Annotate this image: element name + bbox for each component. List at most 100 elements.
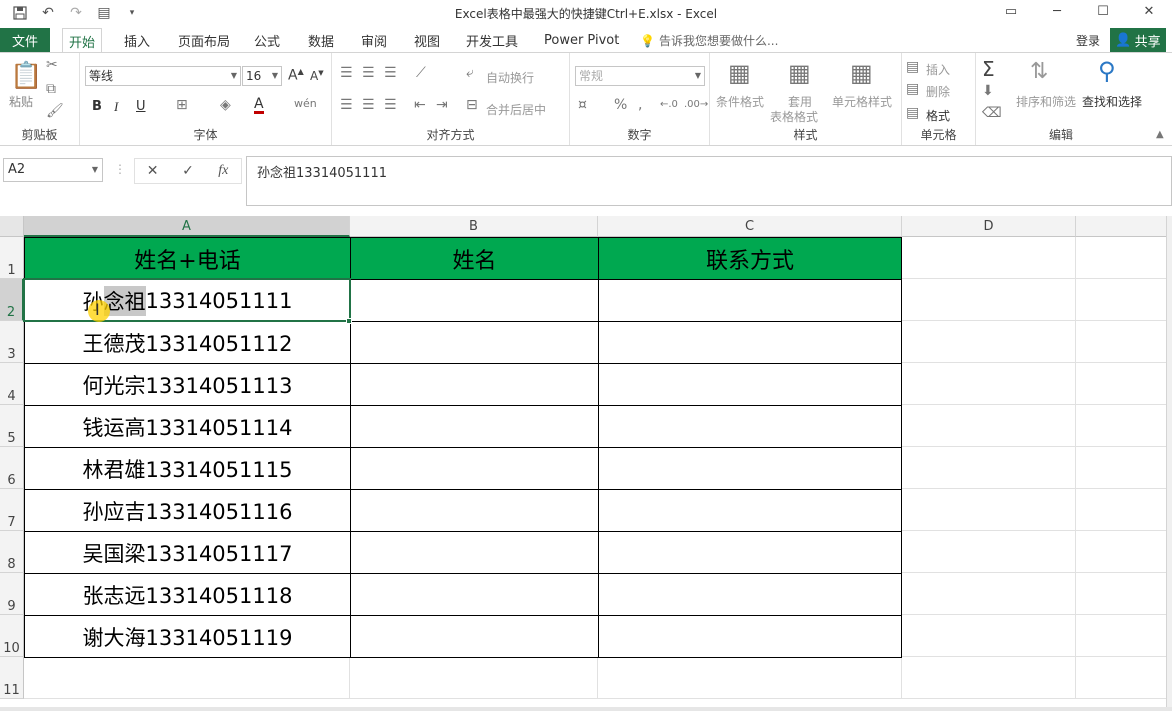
cell-b2[interactable] [350,279,599,322]
insert-function-icon[interactable]: fx [206,159,241,183]
copy-icon[interactable]: ⧉ [46,81,56,97]
cell-a1[interactable]: 姓名+电话 [24,237,351,280]
cell-b6[interactable] [350,447,599,490]
cell-c1[interactable]: 联系方式 [598,237,902,280]
cell-c6[interactable] [598,447,902,490]
currency-icon[interactable]: ¤ [578,97,587,113]
tab-insert[interactable]: 插入 [118,28,156,52]
tab-developer[interactable]: 开发工具 [460,28,524,52]
grid-cell[interactable] [598,657,902,699]
column-header-c[interactable]: C [598,216,902,237]
close-icon[interactable]: ✕ [1126,0,1172,22]
cell-b9[interactable] [350,573,599,616]
paste-label[interactable]: 粘贴 [9,93,33,110]
grid-cell[interactable] [1076,531,1172,573]
find-select-icon[interactable]: ⚲ [1098,57,1116,85]
decrease-font-icon[interactable]: A▼ [310,69,324,83]
sort-filter-label[interactable]: 排序和筛选 [1016,93,1076,110]
select-all-button[interactable] [0,216,24,237]
cell-c7[interactable] [598,489,902,532]
tell-me-box[interactable]: 💡 告诉我您想要做什么... [640,32,778,49]
column-header-e[interactable] [1076,216,1172,237]
grid-cell[interactable] [1076,321,1172,363]
decrease-decimal-icon[interactable]: .00→ [684,99,708,110]
grid-cell[interactable] [1076,573,1172,615]
fill-handle[interactable] [346,318,352,324]
font-name-combo[interactable]: 等线 ▼ [85,66,241,86]
cell-b7[interactable] [350,489,599,532]
tab-review[interactable]: 审阅 [355,28,393,52]
grid-cell[interactable] [1076,489,1172,531]
cell-b1[interactable]: 姓名 [350,237,599,280]
cell-c9[interactable] [598,573,902,616]
increase-decimal-icon[interactable]: ←.0 [660,99,678,110]
borders-icon[interactable]: ⊞ [176,97,188,113]
row-header-9[interactable]: 9 [0,573,24,615]
row-header-10[interactable]: 10 [0,615,24,657]
row-header-7[interactable]: 7 [0,489,24,531]
cell-a5[interactable]: 钱运高13314051114 [24,405,351,448]
paste-icon[interactable]: 📋 [10,61,42,91]
underline-button[interactable]: U [136,99,146,114]
cell-c10[interactable] [598,615,902,658]
cell-b8[interactable] [350,531,599,574]
grid-cell[interactable] [1076,657,1172,699]
tab-home[interactable]: 开始 [62,28,103,53]
grid-cell[interactable] [902,489,1076,531]
autosum-icon[interactable]: Σ [982,57,995,81]
cell-c4[interactable] [598,363,902,406]
grid-cell[interactable] [1076,615,1172,657]
increase-indent-icon[interactable]: ⇥ [436,97,448,113]
cancel-icon[interactable]: ✕ [135,159,170,183]
cell-c3[interactable] [598,321,902,364]
orientation-icon[interactable]: ⟋ [416,65,426,81]
cell-a7[interactable]: 孙应吉13314051116 [24,489,351,532]
grid-cell[interactable] [1076,405,1172,447]
tab-data[interactable]: 数据 [302,28,340,52]
cell-a8[interactable]: 吴国梁13314051117 [24,531,351,574]
grid-cell[interactable] [1076,237,1172,279]
row-header-6[interactable]: 6 [0,447,24,489]
cut-icon[interactable]: ✂ [46,57,58,73]
format-as-table-icon[interactable]: ▦ [788,59,811,87]
vertical-scrollbar[interactable] [1166,216,1172,711]
grid-cell[interactable] [1076,447,1172,489]
bold-button[interactable]: B [92,99,102,114]
column-header-d[interactable]: D [902,216,1076,237]
bottom-align-icon[interactable]: ☰ [384,65,397,81]
cell-b3[interactable] [350,321,599,364]
formula-bar-grip-icon[interactable]: ⋮ [114,162,126,176]
font-color-icon[interactable]: A [254,97,264,114]
grid-cell[interactable] [902,405,1076,447]
decrease-indent-icon[interactable]: ⇤ [414,97,426,113]
row-header-8[interactable]: 8 [0,531,24,573]
enter-icon[interactable]: ✓ [170,159,205,183]
align-center-icon[interactable]: ☰ [362,97,375,113]
maximize-icon[interactable]: ☐ [1080,0,1126,22]
grid-cell[interactable] [902,279,1076,321]
cell-a4[interactable]: 何光宗13314051113 [24,363,351,406]
cell-a9[interactable]: 张志远13314051118 [24,573,351,616]
column-header-a[interactable]: A [24,216,350,237]
ribbon-display-options-icon[interactable]: ▭ [988,0,1034,22]
font-size-combo[interactable]: 16 ▼ [242,66,282,86]
number-format-combo[interactable]: 常规 ▼ [575,66,705,86]
format-cells-label[interactable]: 格式 [926,107,950,124]
row-header-2[interactable]: 2 [0,279,24,321]
grid-cell[interactable] [902,321,1076,363]
name-box[interactable]: A2 ▼ [3,158,103,182]
grid-cell[interactable] [902,657,1076,699]
fill-color-icon[interactable]: ◈ [220,97,231,113]
merge-center-icon[interactable]: ⊟ [466,97,478,113]
cell-styles-label[interactable]: 单元格样式 [832,93,892,110]
wrap-text-label[interactable]: 自动换行 [486,69,534,86]
format-painter-icon[interactable]: 🖌 [46,103,64,119]
collapse-ribbon-icon[interactable]: ▲ [1156,129,1164,140]
grid-cell[interactable] [902,447,1076,489]
grid-cell[interactable] [1076,279,1172,321]
sort-filter-icon[interactable]: ⇅ [1030,59,1048,84]
cell-a10[interactable]: 谢大海13314051119 [24,615,351,658]
tab-formulas[interactable]: 公式 [248,28,286,52]
format-cells-icon[interactable]: ▤ [906,105,919,121]
cell-a6[interactable]: 林君雄13314051115 [24,447,351,490]
